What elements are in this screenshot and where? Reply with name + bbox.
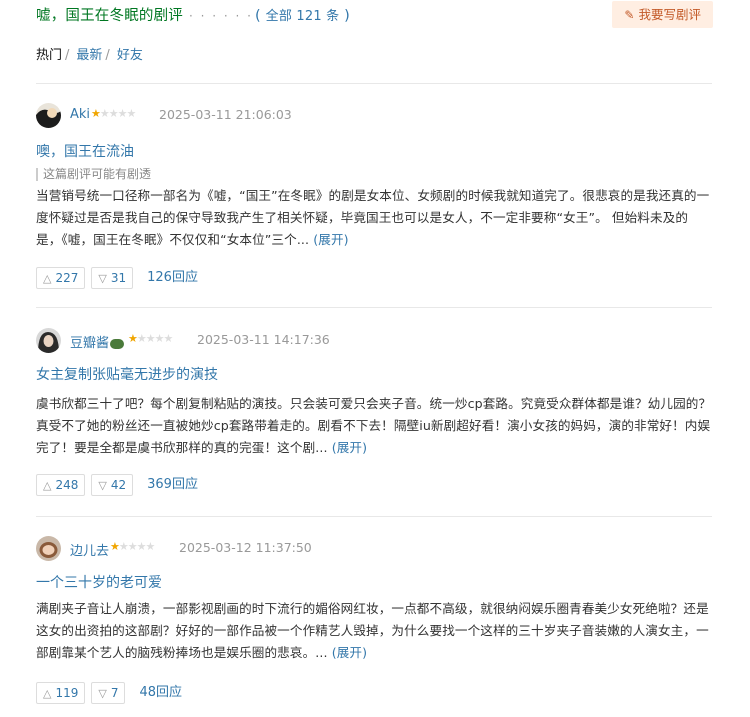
review-item: Aki ★★★★★ 2025-03-11 21:06:03 噢，国王在流油 这篇… — [36, 101, 712, 291]
review-body: 当营销号统一口径称一部名为《嘘，“国王”在冬眠》的剧是女本位、女频剧的时候我就知… — [36, 185, 712, 251]
rating-stars: ★★★★★ — [91, 107, 136, 120]
star-filled-icon: ★ — [110, 540, 120, 553]
section-header: 嘘，国王在冬眠的剧评 · · · · · ·( 全部 121 条 ) ✎ 我要写剧评 — [36, 0, 714, 30]
downvote-button[interactable]: ▽ 7 — [91, 682, 126, 704]
upvote-count: 227 — [55, 271, 79, 285]
filter-hot[interactable]: 热门 — [36, 48, 62, 63]
upvote-count: 248 — [55, 478, 79, 492]
review-title[interactable]: 噢，国王在流油 — [36, 141, 134, 161]
upvote-count: 119 — [55, 686, 79, 700]
review-body: 满剧夹子音让人崩溃，一部影视剧画的时下流行的媚俗网红妆，一点都不高级，就很纳闷娱… — [36, 598, 712, 664]
review-username[interactable]: 边儿去 — [70, 540, 109, 559]
all-reviews-link[interactable]: 全部 121 条 — [266, 9, 340, 24]
badge-icon — [110, 338, 125, 349]
avatar[interactable] — [36, 328, 61, 353]
rating-stars: ★★★★★ — [128, 332, 173, 345]
review-username[interactable]: Aki — [70, 107, 90, 122]
review-title[interactable]: 女主复制张贴毫无进步的演技 — [36, 364, 218, 384]
count-close: ) — [339, 8, 350, 24]
count-open: ( — [254, 8, 266, 24]
section-title: 嘘，国王在冬眠的剧评 · · · · · ·( 全部 121 条 ) — [36, 4, 350, 25]
downvote-icon: ▽ — [98, 272, 107, 285]
write-review-button[interactable]: ✎ 我要写剧评 — [612, 1, 713, 28]
review-time: 2025-03-11 21:06:03 — [159, 107, 292, 122]
title-dots: · · · · · · — [189, 9, 253, 23]
star-empty-icon: ★★★★ — [136, 332, 173, 345]
filter-friends[interactable]: 好友 — [117, 48, 143, 63]
filter-separator: / — [65, 48, 70, 63]
page-title: 嘘，国王在冬眠的剧评 — [36, 8, 183, 24]
review-username[interactable]: 豆瓣酱 — [70, 332, 125, 351]
divider — [36, 83, 712, 84]
review-item: 边儿去 ★★★★★ 2025-03-12 11:37:50 一个三十岁的老可爱 … — [36, 534, 712, 714]
review-header: 边儿去 ★★★★★ 2025-03-12 11:37:50 — [36, 534, 712, 562]
filter-latest[interactable]: 最新 — [76, 48, 102, 63]
review-text: 满剧夹子音让人崩溃，一部影视剧画的时下流行的媚俗网红妆，一点都不高级，就很纳闷娱… — [36, 601, 709, 660]
expand-link[interactable]: (展开) — [313, 232, 348, 247]
expand-link[interactable]: (展开) — [332, 645, 367, 660]
review-text: 虞书欣都三十了吧？每个剧复制粘贴的演技。只会装可爱只会夹子音。统一炒cp套路。究… — [36, 396, 712, 455]
upvote-icon: △ — [43, 687, 52, 700]
review-item: 豆瓣酱 ★★★★★ 2025-03-11 14:17:36 女主复制张贴毫无进步… — [36, 326, 712, 501]
review-header: Aki ★★★★★ 2025-03-11 21:06:03 — [36, 101, 712, 129]
review-header: 豆瓣酱 ★★★★★ 2025-03-11 14:17:36 — [36, 326, 712, 354]
downvote-count: 7 — [110, 686, 119, 700]
write-review-label: 我要写剧评 — [638, 7, 701, 22]
pencil-icon: ✎ — [624, 8, 635, 22]
divider — [36, 307, 712, 308]
star-empty-icon: ★★★★ — [99, 107, 136, 120]
downvote-button[interactable]: ▽ 31 — [91, 267, 134, 289]
review-actions: △ 119 ▽ 7 48回应 — [36, 682, 182, 704]
star-filled-icon: ★ — [91, 107, 101, 120]
upvote-button[interactable]: △ 227 — [36, 267, 86, 289]
downvote-count: 42 — [110, 478, 127, 492]
replies-link[interactable]: 126回应 — [147, 267, 198, 289]
upvote-button[interactable]: △ 119 — [36, 682, 86, 704]
sort-filters: 热门 / 最新 / 好友 — [36, 44, 143, 63]
avatar[interactable] — [36, 103, 61, 128]
review-title[interactable]: 一个三十岁的老可爱 — [36, 572, 162, 592]
upvote-icon: △ — [43, 479, 52, 492]
review-body: 虞书欣都三十了吧？每个剧复制粘贴的演技。只会装可爱只会夹子音。统一炒cp套路。究… — [36, 393, 712, 459]
filter-separator: / — [105, 48, 110, 63]
replies-link[interactable]: 48回应 — [139, 682, 182, 704]
rating-stars: ★★★★★ — [110, 540, 155, 553]
star-filled-icon: ★ — [128, 332, 138, 345]
downvote-icon: ▽ — [98, 687, 107, 700]
review-actions: △ 227 ▽ 31 126回应 — [36, 267, 198, 289]
review-time: 2025-03-12 11:37:50 — [179, 540, 312, 555]
divider — [36, 516, 712, 517]
star-empty-icon: ★★★★ — [118, 540, 155, 553]
replies-link[interactable]: 369回应 — [147, 474, 198, 496]
review-actions: △ 248 ▽ 42 369回应 — [36, 474, 198, 496]
review-time: 2025-03-11 14:17:36 — [197, 332, 330, 347]
downvote-count: 31 — [110, 271, 127, 285]
upvote-icon: △ — [43, 272, 52, 285]
spoiler-warning: 这篇剧评可能有剧透 — [36, 168, 151, 181]
review-username-text: 豆瓣酱 — [70, 336, 110, 351]
expand-link[interactable]: (展开) — [332, 440, 367, 455]
downvote-button[interactable]: ▽ 42 — [91, 474, 134, 496]
upvote-button[interactable]: △ 248 — [36, 474, 86, 496]
avatar[interactable] — [36, 536, 61, 561]
downvote-icon: ▽ — [98, 479, 107, 492]
review-text: 当营销号统一口径称一部名为《嘘，“国王”在冬眠》的剧是女本位、女频剧的时候我就知… — [36, 188, 710, 247]
